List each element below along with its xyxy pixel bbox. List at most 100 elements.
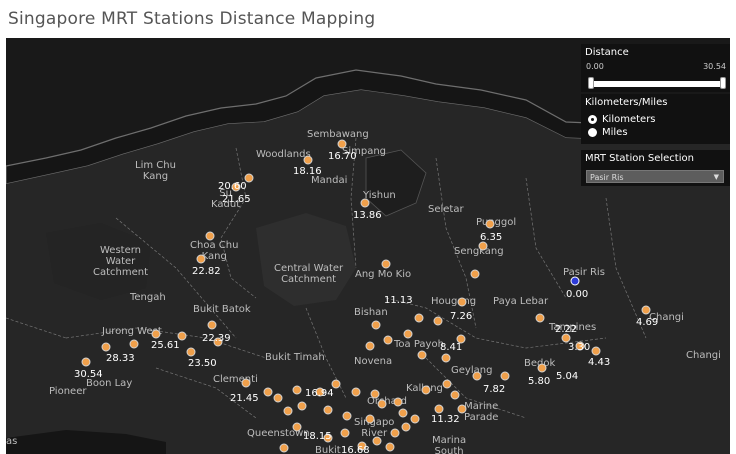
label-bukit-batok: Bukit Batok <box>193 304 251 315</box>
station-marker[interactable] <box>381 259 391 269</box>
station-marker[interactable] <box>421 385 431 395</box>
distance-filter: Distance 0.00 30.54 <box>581 44 730 92</box>
station-marker[interactable] <box>414 313 424 323</box>
station-marker[interactable] <box>81 357 91 367</box>
label-changi-east: Changi <box>686 350 721 361</box>
station-marker[interactable] <box>485 219 495 229</box>
radio-selected-icon <box>588 115 597 124</box>
station-marker[interactable] <box>279 443 289 453</box>
distance-label: 25.61 <box>151 340 180 351</box>
distance-label: 30.54 <box>74 369 103 380</box>
label-paya-lebar: Paya Lebar <box>493 296 549 307</box>
station-marker[interactable] <box>641 305 651 315</box>
station-marker[interactable] <box>196 254 206 264</box>
station-marker[interactable] <box>205 231 215 241</box>
station-marker[interactable] <box>417 350 427 360</box>
distance-slider-track[interactable] <box>589 81 724 87</box>
station-filter-label: MRT Station Selection <box>585 153 694 164</box>
station-marker[interactable] <box>101 342 111 352</box>
distance-label: 16.68 <box>341 445 370 454</box>
station-marker[interactable] <box>365 341 375 351</box>
station-marker[interactable] <box>441 353 451 363</box>
label-clementi: Clementi <box>213 374 258 385</box>
distance-label: 4.43 <box>588 357 611 368</box>
distance-label: 7.82 <box>483 384 506 395</box>
station-marker[interactable] <box>292 422 302 432</box>
station-marker[interactable] <box>433 316 443 326</box>
station-marker[interactable] <box>365 414 375 424</box>
station-marker[interactable] <box>303 155 313 165</box>
station-marker[interactable] <box>450 390 460 400</box>
label-bukit-timah: Bukit Timah <box>265 352 325 363</box>
distance-label: 20.60 <box>218 181 247 192</box>
station-marker[interactable] <box>273 393 283 403</box>
station-marker[interactable] <box>207 320 217 330</box>
station-marker[interactable] <box>342 411 352 421</box>
distance-slider-max-handle[interactable] <box>720 77 726 89</box>
station-marker[interactable] <box>372 436 382 446</box>
station-marker[interactable] <box>537 363 547 373</box>
radio-kilometers-label: Kilometers <box>602 114 656 125</box>
distance-label: 7.26 <box>450 311 473 322</box>
radio-unselected-icon <box>588 128 597 137</box>
station-marker[interactable] <box>385 442 395 452</box>
distance-label: 13.86 <box>353 210 382 221</box>
label-punggol: Punggol <box>476 217 517 228</box>
station-marker[interactable] <box>360 198 370 208</box>
station-marker[interactable] <box>186 347 196 357</box>
map-view[interactable]: Sembawang Woodlands Simpang Mandai Lim C… <box>6 38 730 454</box>
label-western-water-catchment: Western Water Catchment <box>93 245 149 278</box>
radio-kilometers[interactable]: Kilometers <box>588 114 656 125</box>
station-marker[interactable] <box>535 313 545 323</box>
station-marker[interactable] <box>297 401 307 411</box>
station-select[interactable]: Pasir Ris ▼ <box>586 170 724 183</box>
distance-max-value: 30.54 <box>703 62 726 71</box>
station-marker[interactable] <box>241 378 251 388</box>
station-marker[interactable] <box>377 399 387 409</box>
station-marker[interactable] <box>151 329 161 339</box>
station-marker[interactable] <box>403 329 413 339</box>
label-bishan: Bishan <box>354 307 388 318</box>
units-filter-label: Kilometers/Miles <box>585 97 668 108</box>
page-title: Singapore MRT Stations Distance Mapping <box>8 9 376 29</box>
station-marker[interactable] <box>398 408 408 418</box>
station-marker[interactable] <box>442 379 452 389</box>
station-marker[interactable] <box>340 428 350 438</box>
station-marker[interactable] <box>383 335 393 345</box>
station-marker[interactable] <box>371 320 381 330</box>
station-marker[interactable] <box>401 422 411 432</box>
distance-slider-min-handle[interactable] <box>588 77 594 89</box>
distance-label: 22.82 <box>192 266 221 277</box>
station-marker[interactable] <box>129 339 139 349</box>
selected-station-marker[interactable] <box>570 276 580 286</box>
station-marker[interactable] <box>500 371 510 381</box>
distance-label: 11.13 <box>384 295 413 306</box>
radio-miles[interactable]: Miles <box>588 127 656 138</box>
station-marker[interactable] <box>370 389 380 399</box>
station-marker[interactable] <box>470 269 480 279</box>
station-marker[interactable] <box>410 414 420 424</box>
station-marker[interactable] <box>337 139 347 149</box>
label-novena: Novena <box>354 356 393 367</box>
station-marker[interactable] <box>457 297 467 307</box>
station-marker[interactable] <box>390 428 400 438</box>
station-marker[interactable] <box>434 404 444 414</box>
distance-label: 11.32 <box>431 414 460 425</box>
station-marker[interactable] <box>457 404 467 414</box>
label-pasir-ris: Pasir Ris <box>563 267 605 278</box>
station-marker[interactable] <box>283 406 293 416</box>
station-marker[interactable] <box>393 397 403 407</box>
station-marker[interactable] <box>472 371 482 381</box>
distance-filter-label: Distance <box>585 47 629 58</box>
distance-label: 22.39 <box>202 333 231 344</box>
station-marker[interactable] <box>263 387 273 397</box>
station-marker[interactable] <box>292 385 302 395</box>
label-hougang: Hougang <box>431 296 477 307</box>
station-filter: MRT Station Selection Pasir Ris ▼ <box>581 150 730 186</box>
label-toa-payoh: Toa Payoh <box>394 339 444 350</box>
label-lim-chu-kang: Lim Chu Kang <box>135 160 176 182</box>
station-marker[interactable] <box>351 387 361 397</box>
station-marker[interactable] <box>591 346 601 356</box>
label-woodlands: Woodlands <box>256 149 311 160</box>
station-marker[interactable] <box>323 405 333 415</box>
